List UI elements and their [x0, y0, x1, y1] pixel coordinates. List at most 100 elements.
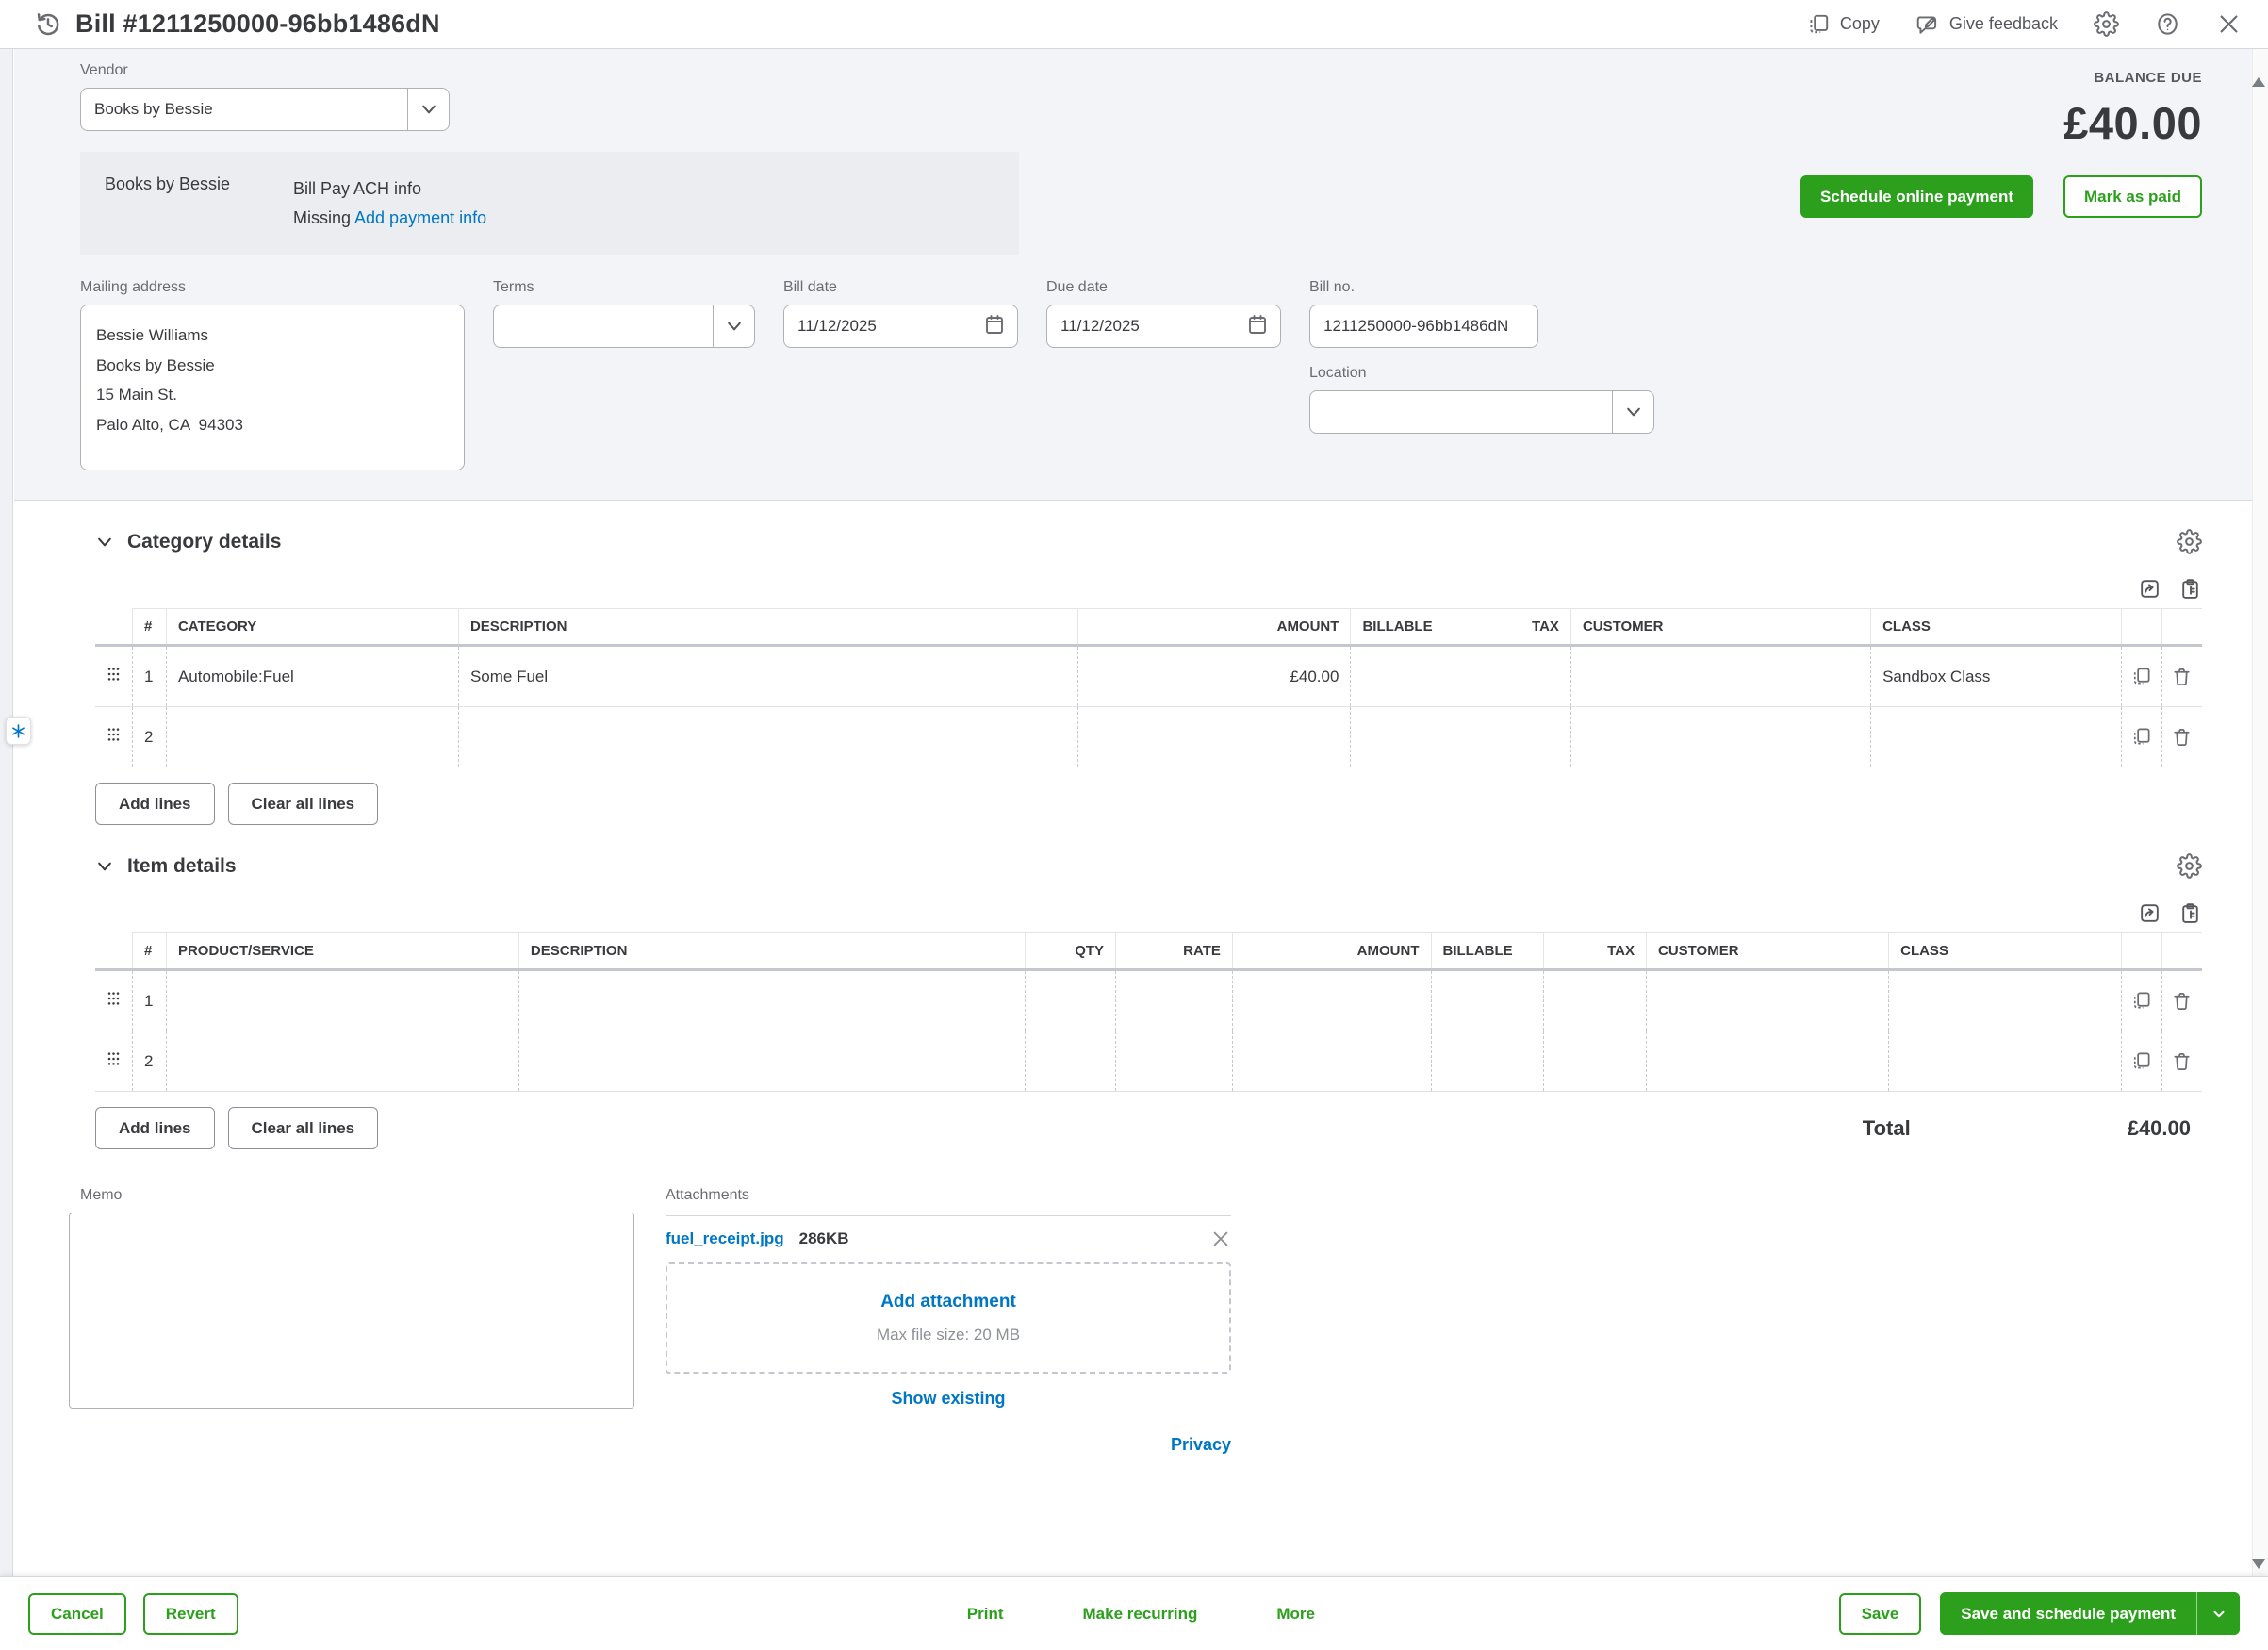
class-cell[interactable]: Sandbox Class: [1870, 645, 2122, 708]
attachment-file-link[interactable]: fuel_receipt.jpg: [666, 1229, 784, 1248]
item-add-lines-button[interactable]: Add lines: [95, 1107, 215, 1150]
class-cell[interactable]: [1888, 969, 2122, 1032]
duplicate-line-button[interactable]: [2120, 645, 2162, 708]
class-cell[interactable]: [1870, 706, 2122, 768]
terms-select[interactable]: [493, 305, 755, 349]
bill-no-input[interactable]: 1211250000-96bb1486dN: [1309, 305, 1538, 349]
calendar-icon[interactable]: [983, 313, 1006, 340]
privacy-link[interactable]: Privacy: [1171, 1435, 1231, 1454]
delete-line-button[interactable]: [2161, 706, 2202, 768]
due-date-input[interactable]: 11/12/2025: [1046, 305, 1281, 349]
customer-cell[interactable]: [1645, 969, 1889, 1032]
delete-line-button[interactable]: [2161, 969, 2202, 1032]
item-table-settings-button[interactable]: [2177, 853, 2202, 880]
chevron-down-icon[interactable]: [407, 89, 449, 130]
close-button[interactable]: [2216, 11, 2242, 37]
scroll-up-icon[interactable]: [2252, 77, 2265, 87]
customer-cell[interactable]: [1645, 1031, 1889, 1093]
category-add-lines-button[interactable]: Add lines: [95, 783, 215, 826]
tax-cell[interactable]: [1543, 1031, 1647, 1093]
copy-button[interactable]: Copy: [1806, 12, 1880, 37]
customer-cell[interactable]: [1570, 645, 1871, 708]
duplicate-line-button[interactable]: [2120, 706, 2162, 768]
description-cell[interactable]: [457, 706, 1078, 768]
help-button[interactable]: [2155, 11, 2180, 37]
trash-icon: [2174, 993, 2190, 1011]
billable-cell[interactable]: [1350, 645, 1471, 708]
amount-cell[interactable]: [1077, 706, 1351, 768]
paste-lines-button[interactable]: [2178, 901, 2202, 925]
qty-cell[interactable]: [1024, 969, 1116, 1032]
description-cell[interactable]: [518, 969, 1026, 1032]
save-and-schedule-payment-button[interactable]: Save and schedule payment: [1940, 1592, 2196, 1635]
location-select[interactable]: [1309, 390, 1654, 435]
export-lines-button[interactable]: [2138, 901, 2161, 925]
description-cell[interactable]: Some Fuel: [457, 645, 1078, 708]
tax-cell[interactable]: [1543, 969, 1647, 1032]
mailing-address-input[interactable]: Bessie Williams Books by Bessie 15 Main …: [80, 305, 465, 471]
category-table-settings-button[interactable]: [2177, 529, 2202, 555]
amount-cell[interactable]: [1231, 969, 1431, 1032]
description-cell[interactable]: [518, 1031, 1026, 1093]
paste-lines-button[interactable]: [2178, 577, 2202, 601]
drag-handle-icon[interactable]: [95, 645, 133, 708]
drag-handle-icon[interactable]: [95, 1031, 133, 1093]
duplicate-line-button[interactable]: [2120, 1031, 2162, 1093]
drag-handle-icon[interactable]: [95, 706, 133, 768]
ach-status: Missing: [293, 207, 352, 227]
add-payment-info-link[interactable]: Add payment info: [354, 208, 486, 227]
remove-attachment-button[interactable]: [1210, 1229, 1231, 1249]
chevron-down-icon[interactable]: [713, 305, 754, 348]
history-icon[interactable]: [34, 10, 62, 39]
add-attachment-dropzone[interactable]: Add attachment Max file size: 20 MB: [666, 1262, 1231, 1375]
vertical-scrollbar[interactable]: [2252, 49, 2268, 1576]
billable-cell[interactable]: [1350, 706, 1471, 768]
more-button[interactable]: More: [1276, 1605, 1315, 1624]
duplicate-icon: [2134, 728, 2150, 745]
category-details-toggle[interactable]: Category details: [95, 531, 281, 553]
bill-form-window: Bill #1211250000-96bb1486dN Copy Give fe…: [0, 0, 2268, 1650]
category-cell[interactable]: [165, 706, 459, 768]
delete-line-button[interactable]: [2161, 645, 2202, 708]
give-feedback-button[interactable]: Give feedback: [1915, 12, 2058, 37]
tax-cell[interactable]: [1470, 645, 1571, 708]
print-button[interactable]: Print: [967, 1605, 1004, 1624]
save-options-dropdown-button[interactable]: [2196, 1592, 2240, 1635]
delete-line-button[interactable]: [2161, 1031, 2202, 1093]
item-clear-all-lines-button[interactable]: Clear all lines: [227, 1107, 379, 1150]
show-existing-link[interactable]: Show existing: [891, 1389, 1005, 1408]
schedule-online-payment-button[interactable]: Schedule online payment: [1800, 175, 2033, 218]
assistant-widget-button[interactable]: [6, 717, 31, 745]
vendor-select[interactable]: Books by Bessie: [80, 88, 450, 131]
cancel-button[interactable]: Cancel: [28, 1592, 126, 1635]
mark-as-paid-button[interactable]: Mark as paid: [2063, 175, 2202, 218]
category-clear-all-lines-button[interactable]: Clear all lines: [227, 783, 379, 826]
tax-cell[interactable]: [1470, 706, 1571, 768]
item-details-toggle[interactable]: Item details: [95, 855, 237, 878]
save-button[interactable]: Save: [1838, 1592, 1922, 1635]
row-num: 1: [132, 645, 167, 708]
chevron-down-icon[interactable]: [1612, 391, 1653, 434]
class-cell[interactable]: [1888, 1031, 2122, 1093]
settings-button[interactable]: [2094, 11, 2119, 37]
billable-cell[interactable]: [1430, 969, 1544, 1032]
rate-cell[interactable]: [1115, 969, 1233, 1032]
memo-input[interactable]: [69, 1213, 634, 1410]
duplicate-line-button[interactable]: [2120, 969, 2162, 1032]
make-recurring-button[interactable]: Make recurring: [1082, 1605, 1197, 1624]
billable-cell[interactable]: [1430, 1031, 1544, 1093]
category-cell[interactable]: Automobile:Fuel: [165, 645, 459, 708]
drag-handle-icon[interactable]: [95, 969, 133, 1032]
rate-cell[interactable]: [1115, 1031, 1233, 1093]
amount-cell[interactable]: [1231, 1031, 1431, 1093]
scroll-down-icon[interactable]: [2252, 1559, 2265, 1569]
bill-date-input[interactable]: 11/12/2025: [783, 305, 1018, 349]
product-cell[interactable]: [165, 1031, 519, 1093]
qty-cell[interactable]: [1024, 1031, 1116, 1093]
customer-cell[interactable]: [1570, 706, 1871, 768]
amount-cell[interactable]: £40.00: [1077, 645, 1351, 708]
export-lines-button[interactable]: [2138, 577, 2161, 601]
product-cell[interactable]: [165, 969, 519, 1032]
calendar-icon[interactable]: [1246, 313, 1269, 340]
revert-button[interactable]: Revert: [142, 1592, 238, 1635]
